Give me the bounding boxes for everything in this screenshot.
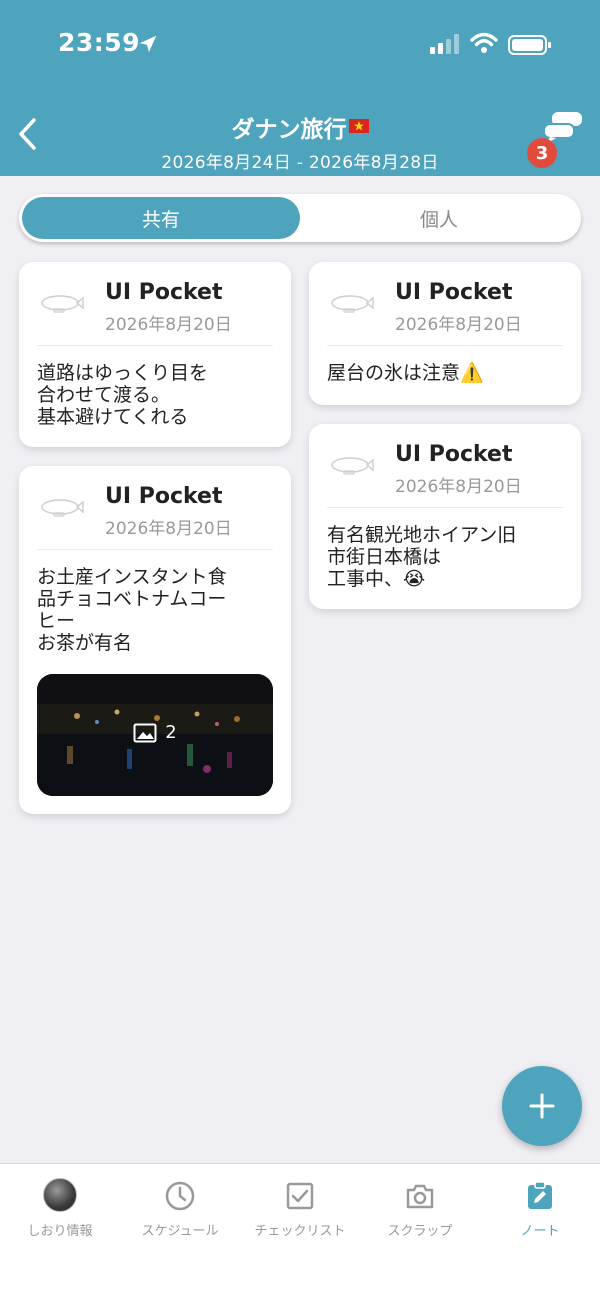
tab-note[interactable]: ノート [480, 1164, 600, 1244]
chat-badge: 3 [527, 138, 557, 168]
tab-scrap[interactable]: スクラップ [360, 1164, 480, 1244]
note-date: 2026年8月20日 [105, 315, 232, 335]
add-note-button[interactable] [502, 1066, 582, 1146]
note-card-header: UI Pocket 2026年8月20日 [37, 262, 273, 346]
wifi-icon [470, 32, 498, 53]
note-author: UI Pocket [395, 442, 513, 467]
photo-count: 2 [165, 722, 177, 743]
checkbox-icon [286, 1182, 314, 1210]
note-card[interactable]: UI Pocket 2026年8月20日 屋台の氷は注意⚠️ [309, 262, 581, 405]
tab-label: スケジュール [141, 1224, 219, 1239]
note-text: 屋台の氷は注意⚠️ [327, 362, 484, 384]
note-author: UI Pocket [395, 280, 513, 305]
note-card-header: UI Pocket 2026年8月20日 [327, 262, 563, 346]
location-arrow-icon [139, 35, 157, 53]
note-author: UI Pocket [105, 280, 223, 305]
note-card[interactable]: UI Pocket 2026年8月20日 道路はゆっくり目を 合わせて渡る。 基… [19, 262, 291, 447]
chevron-left-icon [19, 118, 36, 150]
signal-icon [430, 34, 459, 54]
tab-info[interactable]: しおり情報 [0, 1164, 120, 1244]
vietnam-flag-icon [348, 119, 369, 133]
back-button[interactable] [12, 114, 42, 154]
avatar-icon [43, 1178, 77, 1212]
note-icon [528, 1181, 552, 1209]
tab-label: スクラップ [387, 1224, 453, 1239]
note-date: 2026年8月20日 [105, 519, 232, 539]
tab-label: ノート [520, 1224, 560, 1239]
plus-icon [529, 1093, 555, 1119]
note-card[interactable]: UI Pocket 2026年8月20日 有名観光地ホイアン旧 市街日本橋は 工… [309, 424, 581, 609]
trip-title: ダナン旅行 [231, 117, 347, 143]
app-header: 23:59 ダナン旅行 2026年8月24日 - 2026年8月28日 3 [0, 0, 600, 176]
camera-icon [406, 1184, 434, 1209]
share-segment-control: 共有 個人 [19, 194, 581, 242]
status-time: 23:59 [58, 28, 141, 57]
blimp-icon [41, 499, 84, 517]
note-card-header: UI Pocket 2026年8月20日 [37, 466, 273, 550]
trip-dates: 2026年8月24日 - 2026年8月28日 [161, 153, 439, 173]
segment-personal[interactable]: 個人 [300, 197, 578, 239]
note-card-header: UI Pocket 2026年8月20日 [327, 424, 563, 508]
clock-icon [165, 1181, 195, 1211]
note-photo[interactable]: 2 [37, 674, 273, 796]
tab-checklist[interactable]: チェックリスト [240, 1164, 360, 1244]
trip-header: ダナン旅行 2026年8月24日 - 2026年8月28日 [100, 110, 500, 173]
image-icon [133, 723, 157, 742]
note-text: 有名観光地ホイアン旧 市街日本橋は 工事中、😭 [327, 524, 517, 590]
tab-label: チェックリスト [254, 1224, 346, 1239]
blimp-icon [331, 457, 374, 475]
note-text: 道路はゆっくり目を 合わせて渡る。 基本避けてくれる [37, 362, 209, 428]
note-date: 2026年8月20日 [395, 477, 522, 497]
note-date: 2026年8月20日 [395, 315, 522, 335]
blimp-icon [331, 295, 374, 313]
tab-bar: しおり情報 スケジュール チェックリスト スクラップ ノート [0, 1163, 600, 1301]
tab-schedule[interactable]: スケジュール [120, 1164, 240, 1244]
photo-count-label: 2 [37, 722, 273, 743]
segment-shared[interactable]: 共有 [22, 197, 300, 239]
blimp-icon [41, 295, 84, 313]
note-text: お土産インスタント食 品チョコベトナムコー ヒー お茶が有名 [37, 566, 227, 654]
battery-icon [508, 35, 551, 55]
note-author: UI Pocket [105, 484, 223, 509]
tab-label: しおり情報 [27, 1224, 93, 1239]
note-card[interactable]: UI Pocket 2026年8月20日 お土産インスタント食 品チョコベトナム… [19, 466, 291, 814]
